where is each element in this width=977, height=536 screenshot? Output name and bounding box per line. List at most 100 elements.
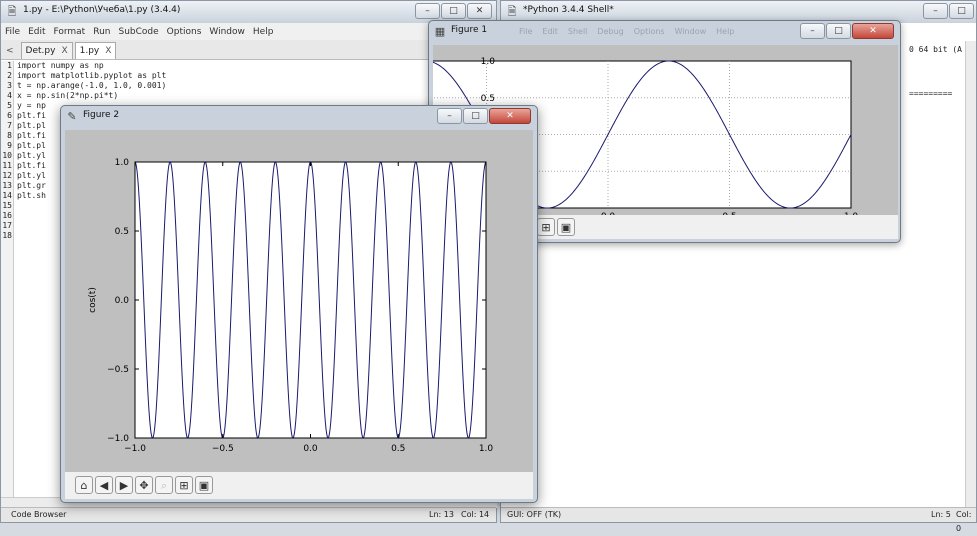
code-line: import matplotlib.pyplot as plt	[17, 71, 167, 80]
tab-1-py[interactable]: 1.py X	[74, 42, 117, 59]
ghost-menu-item: Debug	[597, 27, 624, 36]
python-shell-icon: 🗎	[507, 5, 517, 18]
close-button[interactable]: ✕	[489, 108, 531, 124]
close-button[interactable]: ✕	[852, 23, 894, 39]
figure-icon: ▦	[434, 25, 446, 38]
back-icon[interactable]: ◀	[95, 476, 113, 494]
figure1-title: Figure 1	[451, 25, 488, 35]
maximize-button[interactable]: □	[441, 3, 466, 19]
shell-statusbar: GUI: OFF (TK) Ln: 5 Col: 0	[501, 507, 976, 533]
save-icon[interactable]: ▣	[557, 218, 575, 236]
y-axis-label: cos(t)	[88, 287, 98, 313]
editor-title: 1.py - E:\Python\Учеба\1.py (3.4.4)	[23, 5, 181, 15]
y-tick-label: 0.0	[115, 296, 130, 306]
plot-area	[134, 161, 487, 439]
maximize-button[interactable]: □	[949, 3, 974, 19]
line-number: 12	[2, 171, 12, 180]
forward-icon[interactable]: ▶	[115, 476, 133, 494]
tab-label: Det.py	[25, 46, 56, 56]
editor-titlebar[interactable]: 🗎 1.py - E:\Python\Учеба\1.py (3.4.4) – …	[1, 1, 496, 23]
close-button[interactable]: ✕	[467, 3, 492, 19]
x-tick-label: 0.0	[303, 444, 318, 454]
home-icon[interactable]: ⌂	[75, 476, 93, 494]
tab-close-icon[interactable]: X	[105, 43, 111, 59]
status-column: Col: 14	[461, 510, 490, 519]
y-tick-label: 0.5	[115, 227, 129, 237]
line-number: 2	[7, 71, 12, 80]
vertical-scrollbar[interactable]	[965, 41, 976, 509]
feather-icon: ✎	[67, 110, 77, 123]
x-tick-label: 1.0	[479, 444, 494, 454]
tab-label: 1.py	[79, 46, 100, 56]
figure2-titlebar[interactable]: ✎ Figure 2 – □ ✕	[61, 106, 537, 128]
shell-separator: =========	[909, 89, 953, 98]
ghost-menu-item: Window	[674, 27, 707, 36]
x-tick-label: −0.5	[212, 444, 234, 454]
python-file-icon: 🗎	[7, 5, 17, 18]
tab-scroll-left-button[interactable]: <	[1, 43, 19, 59]
line-number: 4	[7, 91, 12, 100]
figure1-toolbar: ⊞ ▣	[537, 218, 575, 236]
y-tick-label: −1.0	[107, 434, 129, 444]
tab-close-icon[interactable]: X	[61, 43, 67, 59]
x-tick-label: −1.0	[124, 444, 146, 454]
menu-edit[interactable]: Edit	[24, 27, 49, 37]
figure2-window: ✎ Figure 2 – □ ✕ −1.0 −0.5 0.0 0.5 1.0 1.0 0.5…	[60, 105, 538, 503]
line-number: 10	[2, 151, 12, 160]
menu-help[interactable]: Help	[249, 27, 278, 37]
menu-window[interactable]: Window	[205, 27, 249, 37]
figure2-toolbar: ⌂ ◀ ▶ ✥ ⌕ ⊞ ▣	[75, 476, 213, 494]
configure-subplots-icon[interactable]: ⊞	[175, 476, 193, 494]
line-number: 16	[2, 211, 12, 220]
y-tick-label: 1.0	[115, 158, 130, 168]
figure2-title: Figure 2	[83, 110, 120, 120]
menu-options[interactable]: Options	[163, 27, 206, 37]
line-number: 13	[2, 181, 12, 190]
line-number: 11	[2, 161, 12, 170]
pan-icon[interactable]: ✥	[135, 476, 153, 494]
line-number: 15	[2, 201, 12, 210]
menu-file[interactable]: File	[1, 27, 24, 37]
background-menu-ghost: File Edit Shell Debug Options Window Help	[519, 27, 734, 36]
status-line: Ln: 13	[429, 510, 454, 519]
line-number: 6	[7, 111, 12, 120]
line-number: 18	[2, 231, 12, 240]
line-number: 8	[7, 131, 12, 140]
menu-subcode[interactable]: SubCode	[114, 27, 162, 37]
zoom-icon[interactable]: ⌕	[155, 476, 173, 494]
tab-det-py[interactable]: Det.py X	[20, 42, 73, 59]
line-number: 5	[7, 101, 12, 110]
shell-text-fragment: 0 64 bit (A	[909, 45, 962, 54]
shell-title: *Python 3.4.4 Shell*	[523, 5, 614, 15]
line-number: 14	[2, 191, 12, 200]
minimize-button[interactable]: –	[415, 3, 440, 19]
maximize-button[interactable]: □	[826, 23, 851, 39]
y-tick-label: −0.5	[107, 365, 129, 375]
line-number: 17	[2, 221, 12, 230]
status-line: Ln: 5	[931, 510, 951, 519]
menu-format[interactable]: Format	[50, 27, 90, 37]
configure-subplots-icon[interactable]: ⊞	[537, 218, 555, 236]
editor-tabbar: < Det.py X 1.py X	[1, 40, 496, 60]
minimize-button[interactable]: –	[437, 108, 462, 124]
ghost-menu-item: Edit	[542, 27, 558, 36]
figure1-titlebar[interactable]: ▦ Figure 1 File Edit Shell Debug Options Wind…	[429, 21, 900, 43]
figure2-canvas: −1.0 −0.5 0.0 0.5 1.0 1.0 0.5 0.0 −0.5 −1.0 cos(t)	[65, 130, 533, 472]
figure2-plot[interactable]: −1.0 −0.5 0.0 0.5 1.0 1.0 0.5 0.0 −0.5 −1.0 cos(t)	[65, 130, 533, 472]
line-number-gutter: 1 2 3 4 5 6 7 8 9 10 11 12 13 14 15 16 17 18	[1, 61, 14, 501]
line-number: 9	[7, 141, 12, 150]
ghost-menu-item: Shell	[567, 27, 588, 36]
ghost-menu-item: File	[519, 27, 533, 36]
save-icon[interactable]: ▣	[195, 476, 213, 494]
maximize-button[interactable]: □	[463, 108, 488, 124]
line-number: 3	[7, 81, 12, 90]
y-tick-label: 1.0	[481, 57, 496, 67]
code-line: t = np.arange(-1.0, 1.0, 0.001)	[17, 81, 167, 90]
code-line: import numpy as np	[17, 61, 104, 70]
menu-run[interactable]: Run	[89, 27, 114, 37]
minimize-button[interactable]: –	[923, 3, 948, 19]
minimize-button[interactable]: –	[800, 23, 825, 39]
editor-statusbar: Code Browser Ln: 13 Col: 14	[1, 507, 496, 522]
line-number: 1	[7, 61, 12, 70]
code-browser-label[interactable]: Code Browser	[11, 508, 66, 522]
